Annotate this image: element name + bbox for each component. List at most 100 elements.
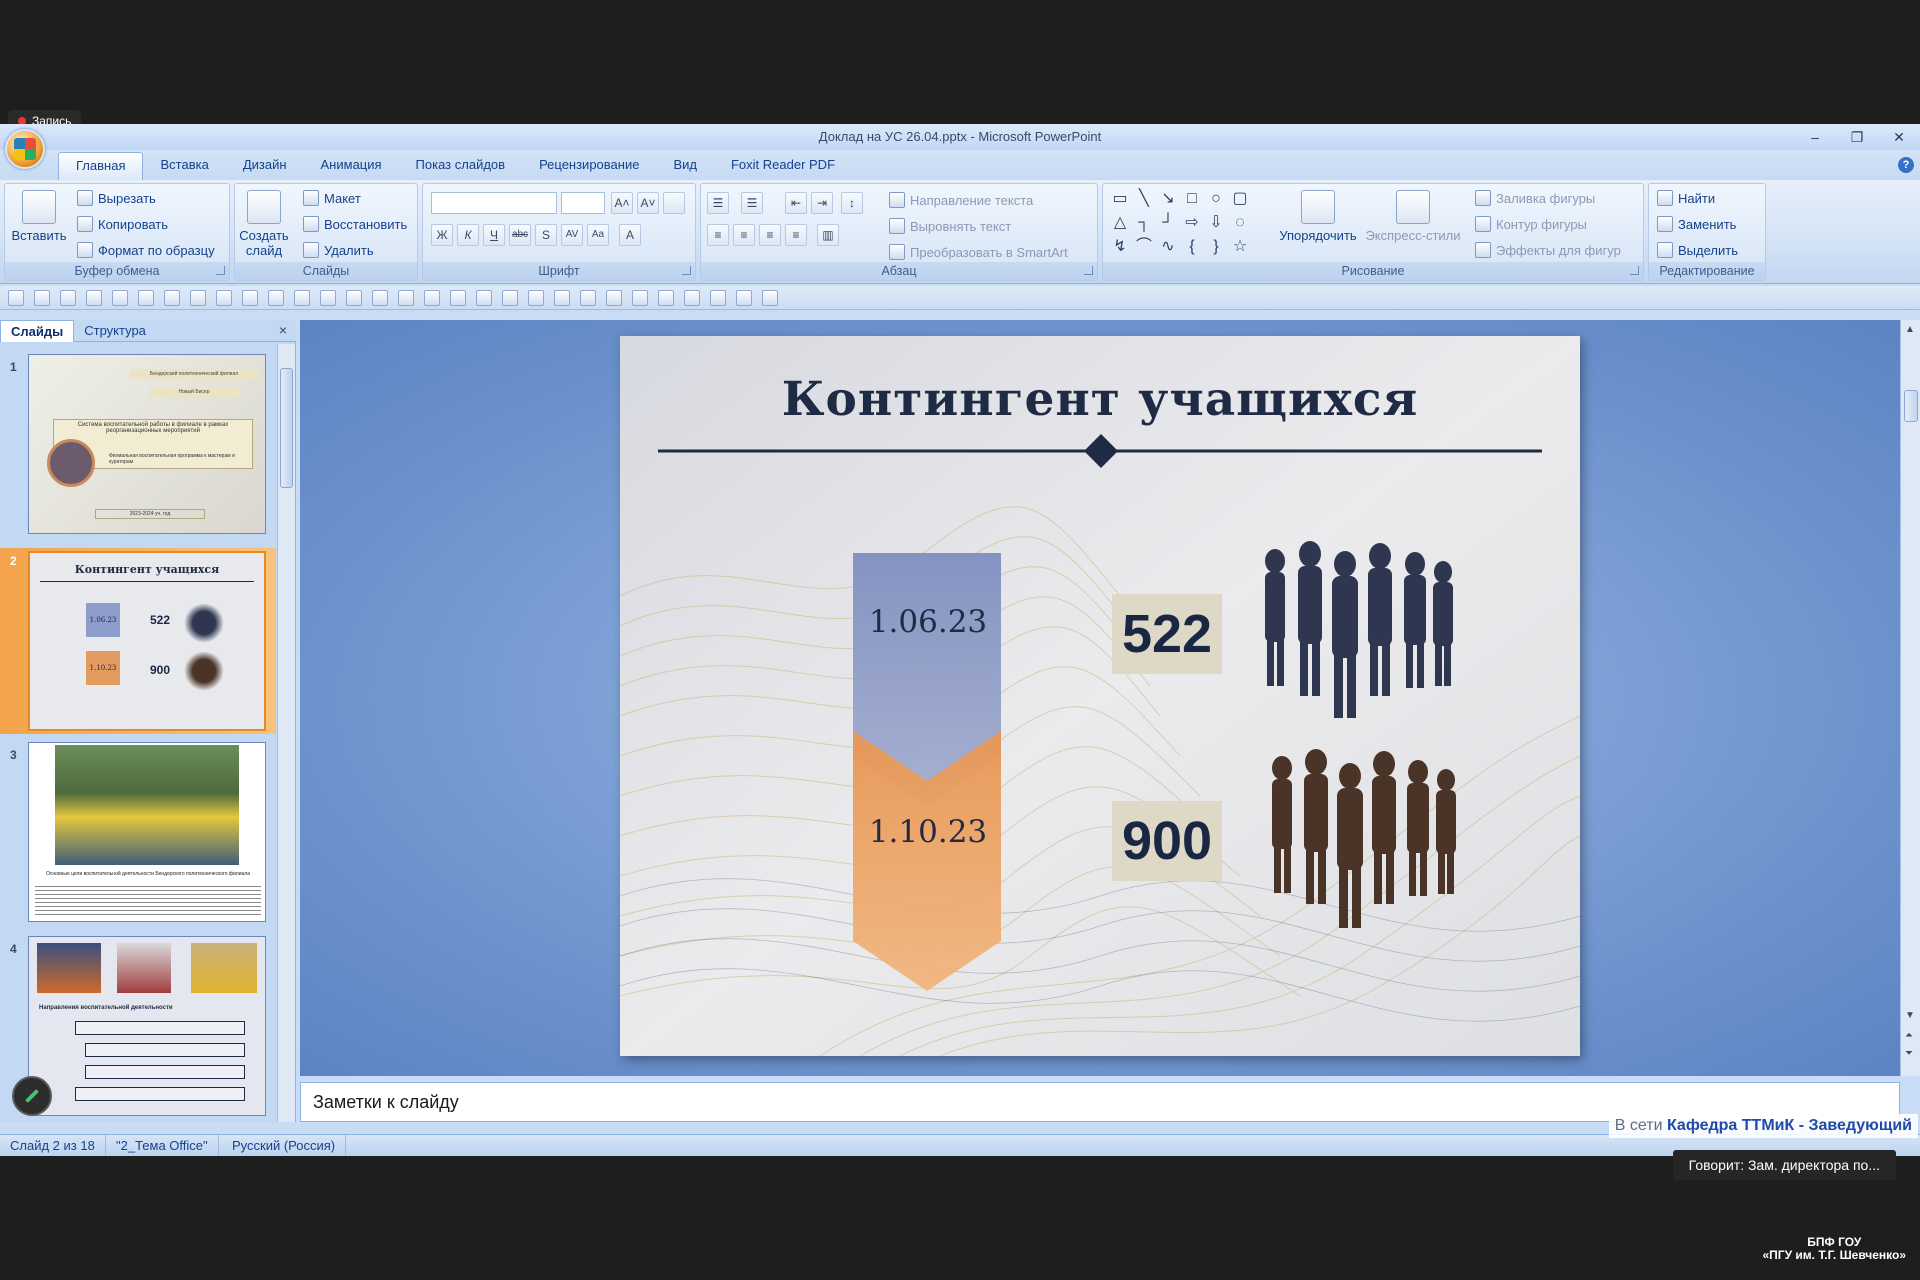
scroll-down-icon[interactable]: ▼ (1905, 1010, 1915, 1021)
undo-icon[interactable] (34, 290, 50, 306)
tab-design[interactable]: Дизайн (226, 150, 304, 180)
more-icon[interactable] (762, 290, 778, 306)
font-size-combo[interactable] (561, 192, 605, 214)
copy-button[interactable]: Копировать (77, 216, 168, 232)
align-right-button[interactable]: ≡ (759, 224, 781, 246)
shape-outline-button[interactable]: Контур фигуры (1475, 216, 1587, 232)
zoom-icon[interactable] (528, 290, 544, 306)
shadow-button[interactable]: S (535, 224, 557, 246)
prev-slide-icon[interactable]: ⏶ (1905, 1030, 1913, 1041)
new-icon[interactable] (398, 290, 414, 306)
italic-button[interactable]: К (457, 224, 479, 246)
thumbnail-slide-2[interactable]: 2 Контингент учащихся 1.06.23 1.10.23 52… (0, 548, 276, 734)
open-icon[interactable] (372, 290, 388, 306)
underline-button[interactable]: Ч (483, 224, 505, 246)
clear-format-button[interactable] (663, 192, 685, 214)
close-pane-icon[interactable]: × (279, 322, 287, 338)
paste-button[interactable]: Вставить (11, 190, 67, 243)
redo-icon[interactable] (60, 290, 76, 306)
numbering-button[interactable]: ☰ (741, 192, 763, 214)
delete-slide-button[interactable]: Удалить (303, 242, 374, 258)
copy-icon[interactable] (424, 290, 440, 306)
layout-button[interactable]: Макет (303, 190, 361, 206)
font-color-button[interactable]: A (619, 224, 641, 246)
close-button[interactable]: ✕ (1878, 124, 1920, 150)
align-center-button[interactable]: ≡ (733, 224, 755, 246)
justify-button[interactable]: ≡ (785, 224, 807, 246)
tab-view[interactable]: Вид (656, 150, 714, 180)
reset-button[interactable]: Восстановить (303, 216, 407, 232)
count-value-2[interactable]: 900 (1112, 801, 1222, 881)
wordart-icon[interactable] (294, 290, 310, 306)
spacing-button[interactable]: AV (561, 224, 583, 246)
tab-slides[interactable]: Слайды (0, 320, 75, 342)
picture-icon[interactable] (164, 290, 180, 306)
text-direction-button[interactable]: Направление текста (889, 192, 1033, 208)
freeform-shape-icon[interactable]: ◌ (1229, 212, 1251, 234)
next-slide-icon[interactable]: ⏷ (1905, 1048, 1913, 1059)
strikethrough-button[interactable]: abc (509, 224, 531, 246)
new-slide-button[interactable]: Создать слайд (239, 190, 289, 258)
right-brace-shape-icon[interactable]: } (1205, 236, 1227, 258)
find-icon[interactable] (502, 290, 518, 306)
bold-button[interactable]: Ж (431, 224, 453, 246)
print-icon[interactable] (86, 290, 102, 306)
chart-icon[interactable] (216, 290, 232, 306)
down-arrow-shape-icon[interactable]: ⇩ (1205, 212, 1227, 234)
grow-font-button[interactable]: A˄ (611, 192, 633, 214)
arrange-icon[interactable] (554, 290, 570, 306)
table-icon[interactable] (190, 290, 206, 306)
paste-icon[interactable] (450, 290, 466, 306)
line-spacing-button[interactable]: ↕ (841, 192, 863, 214)
align-icon[interactable] (606, 290, 622, 306)
date-label-2[interactable]: 1.10.23 (855, 814, 1001, 850)
minimize-button[interactable]: – (1794, 124, 1836, 150)
rectangle-shape-icon[interactable]: □ (1181, 188, 1203, 210)
preview-icon[interactable] (112, 290, 128, 306)
theme-name[interactable]: "2_Тема Office" (106, 1135, 219, 1156)
comment-icon[interactable] (346, 290, 362, 306)
bullets-button[interactable]: ☰ (707, 192, 729, 214)
tab-foxit[interactable]: Foxit Reader PDF (714, 150, 852, 180)
align-text-button[interactable]: Выровнять текст (889, 218, 1011, 234)
find-button[interactable]: Найти (1657, 190, 1715, 206)
dialog-launcher-icon[interactable] (1630, 266, 1639, 275)
replace-button[interactable]: Заменить (1657, 216, 1736, 232)
office-button[interactable] (5, 129, 45, 169)
elbow-connector-icon[interactable]: ┐ (1133, 212, 1155, 234)
line-shape-icon[interactable]: ╲ (1133, 188, 1155, 210)
rounded-rect-shape-icon[interactable]: ▢ (1229, 188, 1251, 210)
language[interactable]: Русский (Россия) (222, 1135, 347, 1156)
count-value-1[interactable]: 522 (1112, 594, 1222, 674)
arc-shape-icon[interactable]: ⌒ (1133, 236, 1155, 258)
slides-pane-scrollbar[interactable] (277, 344, 295, 1122)
scribble-shape-icon[interactable]: ∿ (1157, 236, 1179, 258)
layout-icon[interactable] (658, 290, 674, 306)
shapes-icon[interactable] (242, 290, 258, 306)
tab-insert[interactable]: Вставка (143, 150, 225, 180)
arrow-line-shape-icon[interactable]: ↘ (1157, 188, 1179, 210)
tab-outline[interactable]: Структура (74, 320, 156, 342)
current-slide[interactable]: Контингент учащихся 1.06.23 1.10.23 522 … (620, 336, 1580, 1056)
textbox-shape-icon[interactable]: ▭ (1109, 188, 1131, 210)
quick-styles-button[interactable]: Экспресс-стили (1365, 190, 1461, 243)
spelling-icon[interactable] (138, 290, 154, 306)
date-label-1[interactable]: 1.06.23 (855, 604, 1001, 640)
scrollbar-thumb[interactable] (280, 368, 293, 488)
triangle-shape-icon[interactable]: △ (1109, 212, 1131, 234)
select-button[interactable]: Выделить (1657, 242, 1738, 258)
dialog-launcher-icon[interactable] (682, 266, 691, 275)
increase-indent-button[interactable]: ⇥ (811, 192, 833, 214)
format-painter-button[interactable]: Формат по образцу (77, 242, 215, 258)
tab-review[interactable]: Рецензирование (522, 150, 656, 180)
scroll-up-icon[interactable]: ▲ (1905, 324, 1915, 335)
cut-button[interactable]: Вырезать (77, 190, 156, 206)
help-icon[interactable]: ? (1898, 157, 1914, 173)
elbow-arrow-icon[interactable]: ┘ (1157, 212, 1179, 234)
align-left-button[interactable]: ≡ (707, 224, 729, 246)
dialog-launcher-icon[interactable] (1084, 266, 1093, 275)
animation-icon[interactable] (710, 290, 726, 306)
left-brace-shape-icon[interactable]: { (1181, 236, 1203, 258)
tab-home[interactable]: Главная (58, 152, 144, 180)
slideshow-icon[interactable] (736, 290, 752, 306)
